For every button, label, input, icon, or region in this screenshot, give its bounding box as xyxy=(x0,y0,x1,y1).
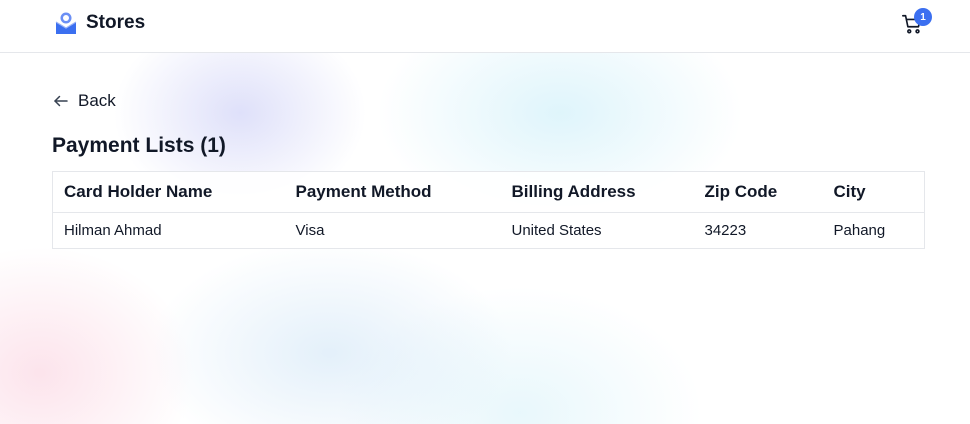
column-header-billing-address: Billing Address xyxy=(500,171,694,213)
payment-table: Card Holder Name Payment Method Billing … xyxy=(52,171,925,249)
envelope-logo-icon xyxy=(55,12,77,34)
cell-payment-method: Visa xyxy=(295,222,325,239)
column-header-card-holder-name: Card Holder Name xyxy=(52,171,285,213)
brand-link[interactable]: Stores xyxy=(54,11,145,35)
table-header-row: Card Holder Name Payment Method Billing … xyxy=(52,171,925,213)
arrow-left-icon xyxy=(54,95,68,107)
column-header-city: City xyxy=(822,171,925,213)
cart-button[interactable]: 1 xyxy=(900,8,932,38)
cell-zip-code: 34223 xyxy=(704,222,747,239)
page-title: Payment Lists (1) xyxy=(52,134,226,157)
back-label: Back xyxy=(78,91,116,110)
top-navbar: Stores 1 xyxy=(0,0,970,53)
back-button[interactable]: Back xyxy=(52,91,116,111)
column-header-payment-method: Payment Method xyxy=(284,171,501,213)
cell-billing-address: United States xyxy=(511,222,602,239)
brand-name: Stores xyxy=(86,12,146,33)
cell-city: Pahang xyxy=(833,222,886,239)
cart-count-badge: 1 xyxy=(914,8,932,26)
cell-card-holder-name: Hilman Ahmad xyxy=(64,222,162,239)
table-row: Hilman Ahmad Visa United States 34223 Pa… xyxy=(53,213,925,249)
column-header-zip-code: Zip Code xyxy=(693,171,823,213)
